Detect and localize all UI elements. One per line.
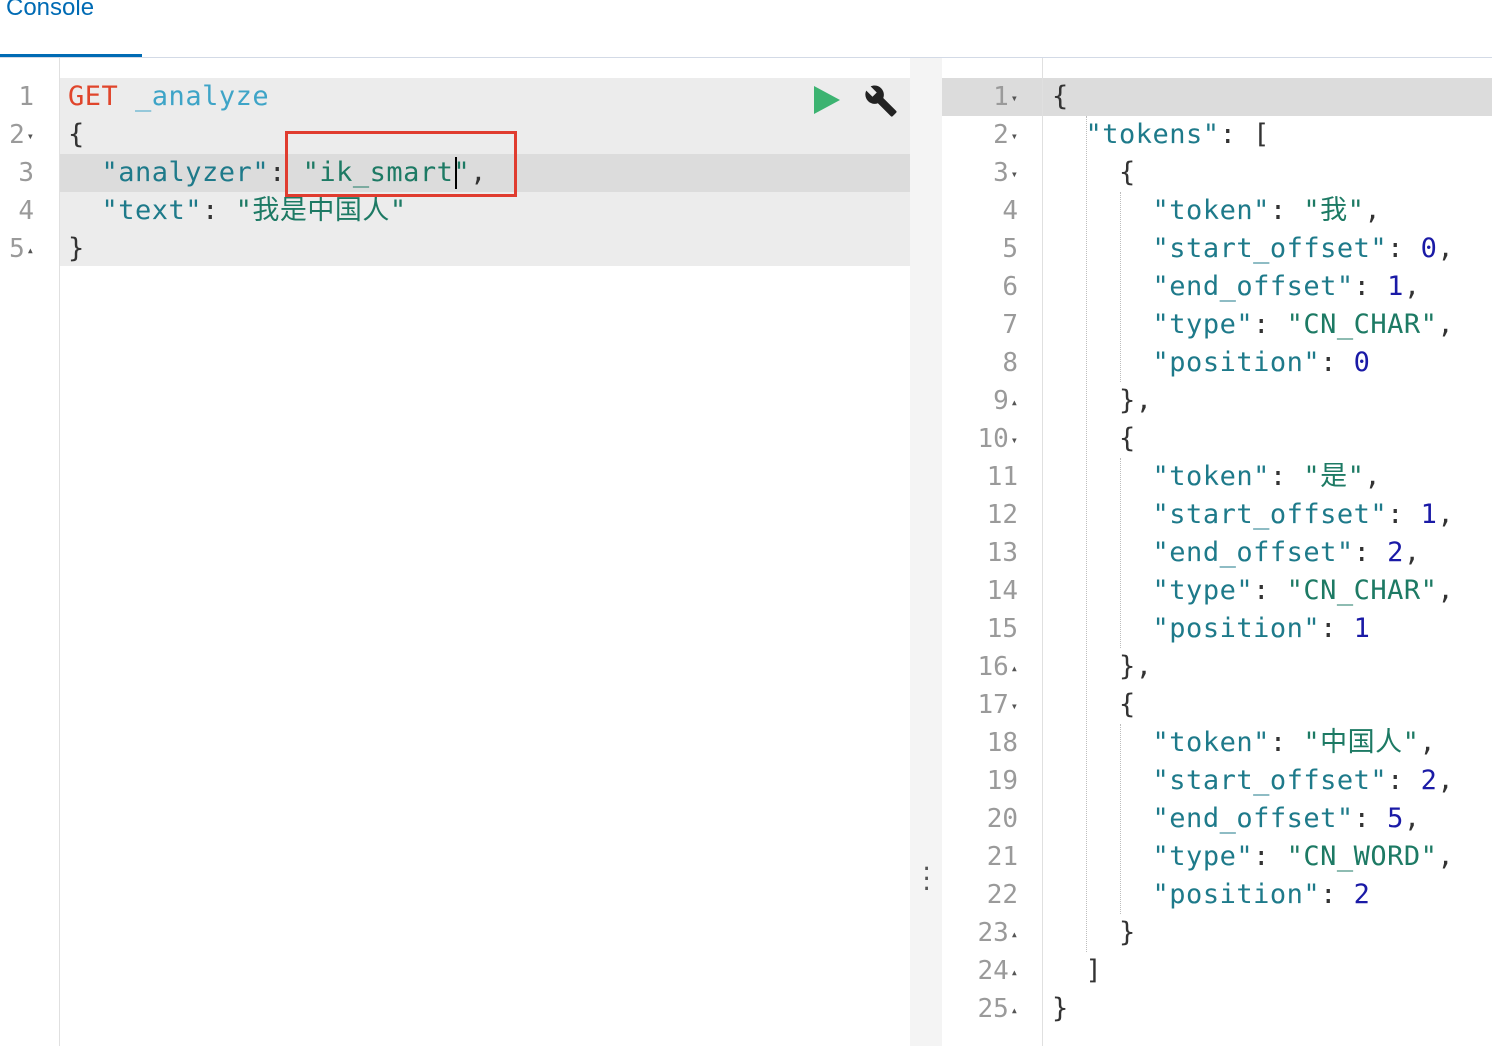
tab-active-indicator: [0, 54, 142, 57]
line-number: 16 ▴: [977, 652, 1018, 682]
annotation-highlight-box: [285, 131, 517, 197]
fold-arrow-icon[interactable]: ▾: [1011, 129, 1018, 143]
fold-arrow-icon[interactable]: ▾: [1011, 91, 1018, 105]
wrench-icon[interactable]: [864, 84, 898, 118]
fold-arrow-icon[interactable]: ▴: [27, 243, 34, 257]
fold-arrow-icon[interactable]: ▴: [1011, 927, 1018, 941]
line-number: 23 ▴: [977, 918, 1018, 948]
indent-guide: [1120, 192, 1121, 382]
line-number: 17 ▾: [977, 690, 1018, 720]
line-number: 2 ▾: [993, 120, 1018, 150]
line-number: 1: [18, 82, 34, 112]
text-cursor: [455, 157, 457, 189]
response-line: }: [1052, 993, 1069, 1024]
response-line: {: [1119, 423, 1136, 454]
line-number: 7: [1002, 310, 1018, 340]
fold-arrow-icon[interactable]: ▾: [1011, 167, 1018, 181]
response-line: {: [1119, 157, 1136, 188]
line-number: 22: [986, 880, 1018, 910]
line-number: 4: [1002, 196, 1018, 226]
endpoint: _analyze: [135, 81, 270, 112]
line-number: 3 ▾: [993, 158, 1018, 188]
fold-arrow-icon[interactable]: ▴: [1011, 965, 1018, 979]
line-number: 5: [1002, 234, 1018, 264]
response-line: {: [1052, 81, 1069, 112]
line-number: 18: [986, 728, 1018, 758]
indent-guide: [1086, 116, 1087, 952]
request-line-4: "text": "我是中国人": [101, 195, 407, 226]
fold-arrow-icon[interactable]: ▾: [27, 129, 34, 143]
request-editor[interactable]: 1 2 ▾ 3 4 5 ▴ GET _analyze { "analyzer": "…: [0, 58, 910, 1046]
response-line: }: [1119, 917, 1136, 948]
response-line: "start_offset": 2,: [1152, 765, 1455, 796]
response-line: },: [1119, 385, 1153, 416]
line-number: 2 ▾: [9, 120, 34, 150]
request-line-1: GET _analyze: [68, 78, 269, 116]
response-line: "tokens": [: [1085, 119, 1270, 150]
request-line-5: }: [68, 233, 85, 264]
http-method: GET: [68, 81, 119, 112]
tab-console[interactable]: Console: [6, 0, 94, 22]
line-number: 6: [1002, 272, 1018, 302]
response-line: "end_offset": 1,: [1152, 271, 1421, 302]
indent-guide: [1120, 724, 1121, 914]
line-number: 1 ▾: [993, 82, 1018, 112]
analyzer-key: "analyzer": [101, 157, 270, 188]
line-number: 8: [1002, 348, 1018, 378]
line-number: 20: [986, 804, 1018, 834]
fold-arrow-icon[interactable]: ▾: [1011, 699, 1018, 713]
fold-arrow-icon[interactable]: ▴: [1011, 661, 1018, 675]
response-line: "token": "是",: [1152, 461, 1382, 492]
line-number: 10 ▾: [977, 424, 1018, 454]
line-number: 21: [986, 842, 1018, 872]
line-number: 12: [986, 500, 1018, 530]
indent-guide: [1120, 458, 1121, 648]
response-line: "type": "CN_CHAR",: [1152, 309, 1455, 340]
response-line: "start_offset": 0,: [1152, 233, 1455, 264]
line-number: 25 ▴: [977, 994, 1018, 1024]
tab-bar: Console: [0, 0, 1492, 58]
line-number: 19: [986, 766, 1018, 796]
response-line: "end_offset": 2,: [1152, 537, 1421, 568]
response-line: "token": "我",: [1152, 195, 1382, 226]
fold-arrow-icon[interactable]: ▾: [1011, 433, 1018, 447]
line-number: 5 ▴: [9, 234, 34, 264]
response-line: "end_offset": 5,: [1152, 803, 1421, 834]
line-number: 14: [986, 576, 1018, 606]
line-number: 4: [18, 196, 34, 226]
line-number: 11: [986, 462, 1018, 492]
line-number: 15: [986, 614, 1018, 644]
line-number: 24 ▴: [977, 956, 1018, 986]
response-line: ]: [1085, 955, 1103, 986]
request-line-2: {: [68, 119, 85, 150]
response-line: "position": 2: [1152, 879, 1371, 910]
text-value: "我是中国人": [235, 195, 407, 226]
line-number: 3: [18, 158, 34, 188]
response-line: "position": 1: [1152, 613, 1371, 644]
line-number: 9 ▴: [993, 386, 1018, 416]
fold-arrow-icon[interactable]: ▴: [1011, 395, 1018, 409]
response-line: "start_offset": 1,: [1152, 499, 1455, 530]
response-line: "type": "CN_WORD",: [1152, 841, 1455, 872]
response-line: "token": "中国人",: [1152, 727, 1437, 758]
line-number: 13: [986, 538, 1018, 568]
run-button[interactable]: [814, 86, 840, 114]
resizer-handle-icon[interactable]: · · ·: [920, 859, 933, 901]
response-line: "position": 0: [1152, 347, 1371, 378]
response-viewer: 1 ▾ 2 ▾ 3 ▾ 4 5 6 7 8 9 ▴ 10 ▾ 11 12 13 14 15 16 ▴ 17 ▾ 18 19 20 21…: [942, 58, 1492, 1046]
response-line: {: [1119, 689, 1136, 720]
text-key: "text": [101, 195, 203, 226]
response-line: "type": "CN_CHAR",: [1152, 575, 1455, 606]
response-line: },: [1119, 651, 1153, 682]
fold-arrow-icon[interactable]: ▴: [1011, 1003, 1018, 1017]
